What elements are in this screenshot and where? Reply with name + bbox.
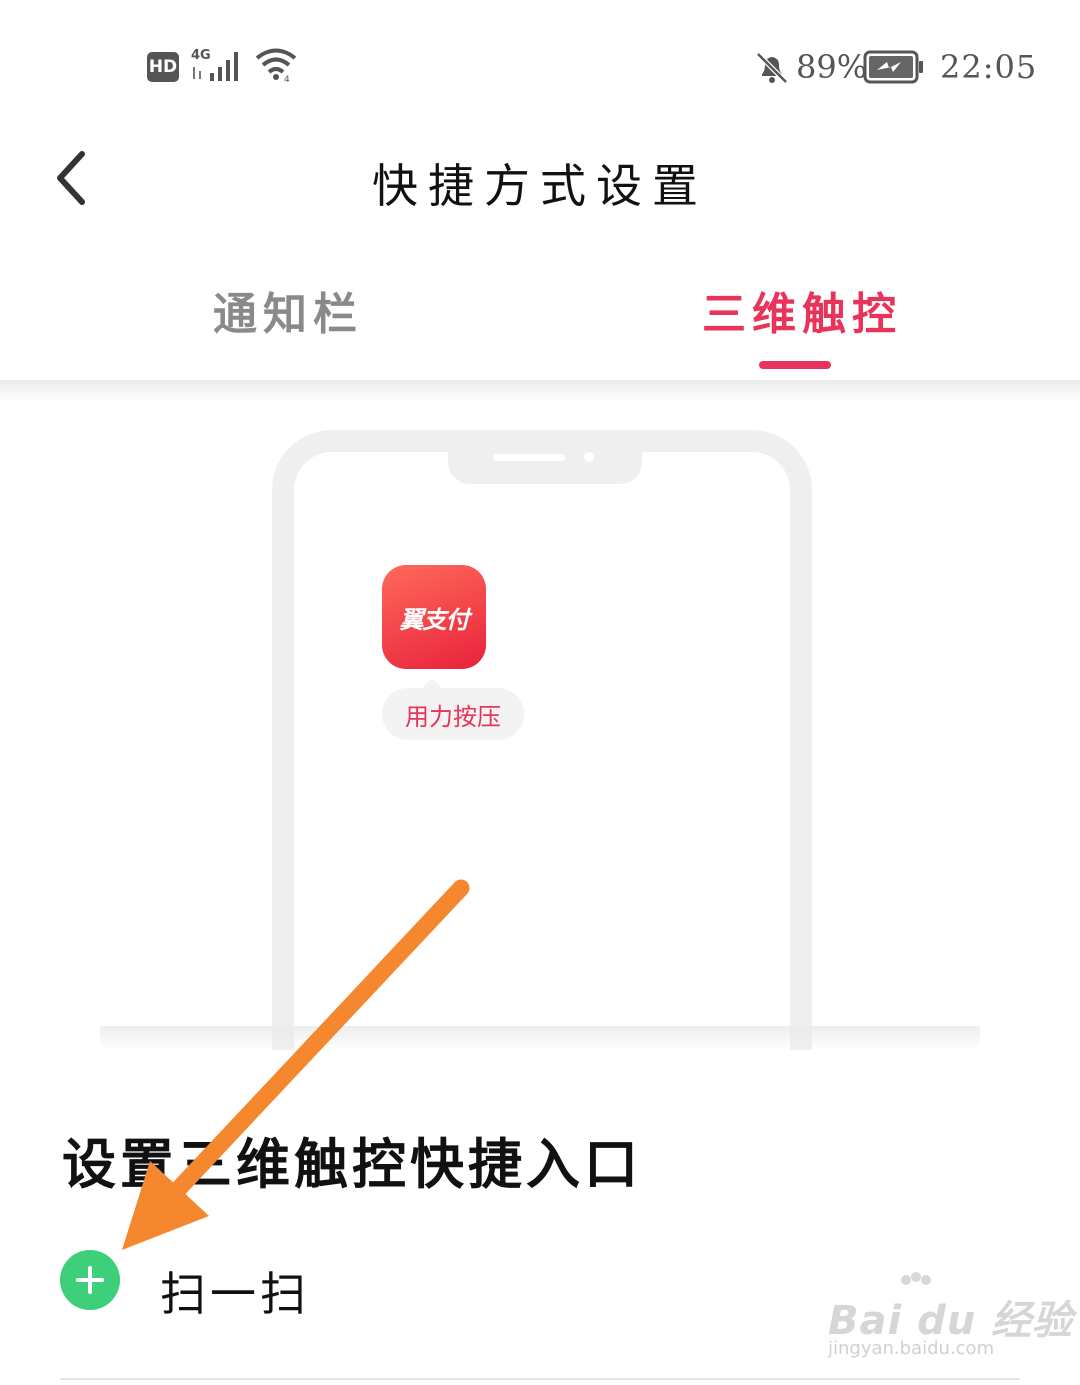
tab-3d-touch[interactable]: 三维触控 bbox=[702, 278, 902, 342]
svg-text:4: 4 bbox=[284, 75, 290, 84]
wifi-icon: 4 bbox=[255, 48, 297, 84]
phone-camera bbox=[584, 452, 594, 462]
tab-notification-bar[interactable]: 通知栏 bbox=[213, 278, 363, 342]
shortcut-item-label: 扫一扫 bbox=[160, 1267, 310, 1321]
item-divider bbox=[60, 1378, 1020, 1380]
battery-charging-icon bbox=[863, 50, 923, 84]
active-tab-indicator bbox=[759, 361, 831, 369]
tabs-divider-shadow bbox=[0, 380, 1080, 402]
phone-speaker bbox=[493, 454, 565, 461]
network-type: 4G bbox=[191, 48, 211, 63]
battery-percent: 89% bbox=[796, 48, 868, 86]
watermark-url: jingyan.baidu.com bbox=[828, 1338, 995, 1359]
phone-preview-frame bbox=[272, 430, 812, 1050]
section-title: 设置三维触控快捷入口 bbox=[62, 1132, 642, 1196]
app-icon-bestpay: 翼支付 bbox=[382, 565, 486, 669]
press-hint-bubble: 用力按压 bbox=[382, 678, 524, 740]
page-title: 快捷方式设置 bbox=[372, 159, 708, 213]
preview-fade bbox=[100, 1026, 980, 1050]
clock: 22:05 bbox=[940, 48, 1038, 86]
status-bar: HD 4G 4 89% 22:05 bbox=[0, 0, 1080, 120]
signal-icon: 4G bbox=[191, 48, 238, 81]
hd-badge: HD bbox=[147, 52, 179, 82]
mute-bell-icon bbox=[756, 52, 788, 84]
app-icon-label: 翼支付 bbox=[399, 605, 470, 634]
add-circle-icon[interactable] bbox=[60, 1250, 120, 1310]
